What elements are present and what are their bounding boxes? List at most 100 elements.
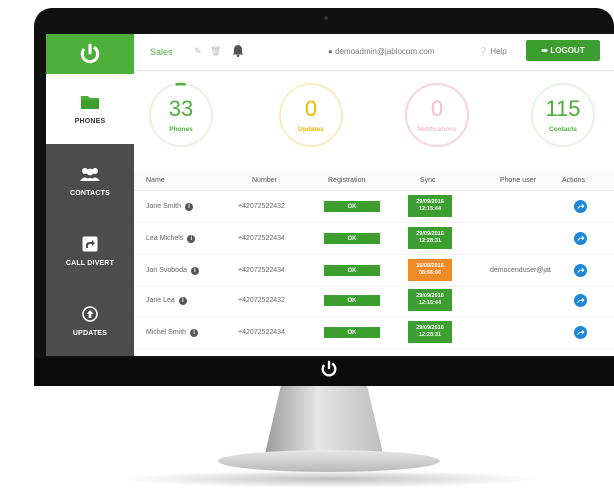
sync-time: 08:56:06 <box>418 270 442 276</box>
row-number: +42072522432 <box>238 297 285 304</box>
sync-badge: 29/09/2016 12:28:31 <box>408 227 452 249</box>
sidebar-item-label: PHONES <box>74 117 106 125</box>
monitor-frame: PHONES CONTACTS CALL DIVERT UPDATES Sale… <box>34 8 614 386</box>
user-icon: ● <box>328 47 336 56</box>
column-header-actions: Actions <box>562 177 585 184</box>
column-header-phone-user[interactable]: Phone user <box>500 177 536 184</box>
info-icon[interactable]: i <box>187 235 196 243</box>
registration-badge: OK <box>324 295 380 306</box>
help-link[interactable]: ❔ Help <box>478 47 507 56</box>
camera-dot <box>324 16 328 20</box>
row-name: Jane Smith <box>146 203 182 210</box>
stat-phones[interactable]: 33 Phones <box>148 82 214 148</box>
app-screen: PHONES CONTACTS CALL DIVERT UPDATES Sale… <box>46 34 614 356</box>
user-account[interactable]: ● demoadmin@jablocom.com <box>328 47 434 56</box>
top-bar: Sales ✎ 🗑 ● demoadmin@jablocom.com ❔ Hel… <box>134 34 614 71</box>
sidebar-item-label: CONTACTS <box>70 189 110 197</box>
row-name: Lea Michels <box>146 235 184 242</box>
table-row[interactable]: Michel Smith i +42072522434 OK 29/09/2016… <box>134 318 614 349</box>
info-icon[interactable]: i <box>178 297 187 305</box>
logout-button[interactable]: ➠ LOGOUT <box>526 40 600 61</box>
group-selector[interactable]: Sales <box>150 47 173 57</box>
monitor-stand-base <box>218 450 440 472</box>
registration-badge: OK <box>324 327 380 338</box>
logo-icon <box>80 43 100 64</box>
row-name: Michel Smith <box>146 329 187 336</box>
logout-label: LOGOUT <box>550 46 585 55</box>
divert-action-icon[interactable] <box>574 264 587 277</box>
folder-icon <box>81 95 99 109</box>
stat-updates[interactable]: 0 Updates <box>278 82 344 148</box>
row-name: Jan Svoboda <box>146 267 187 274</box>
chin-logo-icon <box>321 360 337 377</box>
column-header-sync[interactable]: Sync <box>420 177 436 184</box>
sync-date: 29/09/2016 <box>416 199 444 205</box>
stat-contacts[interactable]: 115 Contacts <box>530 82 596 148</box>
row-number: +42072522434 <box>238 329 285 336</box>
info-icon[interactable]: i <box>190 267 199 275</box>
sync-time: 12:15:44 <box>418 300 442 306</box>
table-header: Name Number Registration Sync Phone user… <box>134 172 614 191</box>
registration-badge: OK <box>324 233 380 244</box>
monitor-shadow <box>120 470 540 488</box>
row-number: +42072522434 <box>238 267 285 274</box>
sync-date: 16/09/2016 <box>416 263 444 269</box>
logout-icon: ➠ <box>541 46 551 55</box>
upload-icon <box>82 305 98 322</box>
monitor-stand-neck <box>264 386 384 458</box>
help-icon: ❔ <box>478 47 491 56</box>
row-phone-user: democenduser@jat <box>490 267 551 274</box>
stat-value: 0 <box>304 96 318 121</box>
sync-time: 12:28:31 <box>418 238 442 244</box>
divert-action-icon[interactable] <box>574 326 587 339</box>
divert-action-icon[interactable] <box>574 294 587 307</box>
column-header-number[interactable]: Number <box>252 177 277 184</box>
registration-badge: OK <box>324 265 380 276</box>
app-logo[interactable] <box>46 34 134 74</box>
people-icon <box>80 167 100 181</box>
stat-label: Notifications <box>417 126 457 133</box>
sidebar-item-phones[interactable]: PHONES <box>46 74 134 144</box>
stat-label: Phones <box>169 126 193 133</box>
table-row[interactable]: Jane Lea i +42072522432 OK 29/09/2016 12:1… <box>134 286 614 317</box>
sidebar-item-updates[interactable]: UPDATES <box>46 286 134 356</box>
sync-badge: 29/09/2016 12:28:31 <box>408 321 452 343</box>
pencil-icon[interactable]: ✎ <box>194 46 202 57</box>
user-email: demoadmin@jablocom.com <box>335 47 435 56</box>
row-number: +42072522434 <box>238 235 285 242</box>
table-row[interactable]: Jane Smith i +42072522432 OK 29/09/2016 12… <box>134 192 614 223</box>
stat-value: 33 <box>168 96 194 121</box>
bell-icon[interactable] <box>232 44 244 57</box>
sidebar-item-contacts[interactable]: CONTACTS <box>46 146 134 216</box>
sync-badge: 29/09/2016 12:15:44 <box>408 289 452 311</box>
sidebar-item-call-divert[interactable]: CALL DIVERT <box>46 216 134 286</box>
table-row[interactable]: Jan Svoboda i +42072522434 OK 16/09/2016 0… <box>134 256 614 287</box>
stat-value: 115 <box>545 96 581 121</box>
divert-icon <box>82 236 98 251</box>
row-number: +42072522432 <box>238 203 285 210</box>
registration-badge: OK <box>324 201 380 212</box>
stat-value: 0 <box>430 96 444 121</box>
info-icon[interactable]: i <box>185 203 194 211</box>
sync-date: 29/09/2016 <box>416 231 444 237</box>
sync-date: 29/09/2016 <box>416 325 444 331</box>
column-header-registration[interactable]: Registration <box>328 177 365 184</box>
trash-icon[interactable]: 🗑 <box>210 46 221 57</box>
stat-label: Updates <box>298 126 324 133</box>
stat-notifications[interactable]: 0 Notifications <box>404 82 470 148</box>
divert-action-icon[interactable] <box>574 200 587 213</box>
stat-label: Contacts <box>549 126 577 133</box>
column-header-name[interactable]: Name <box>146 177 165 184</box>
sync-badge: 29/09/2016 12:15:44 <box>408 195 452 217</box>
sync-badge: 16/09/2016 08:56:06 <box>408 259 452 281</box>
table-row[interactable]: Lea Michels i +42072522434 OK 29/09/2016 1… <box>134 224 614 255</box>
sync-time: 12:15:44 <box>418 206 442 212</box>
sync-time: 12:28:31 <box>418 332 442 338</box>
sync-date: 29/09/2016 <box>416 293 444 299</box>
row-name: Jane Lea <box>146 297 175 304</box>
divert-action-icon[interactable] <box>574 232 587 245</box>
help-label: Help <box>490 47 507 56</box>
sidebar-item-label: UPDATES <box>72 329 108 337</box>
sidebar-item-label: CALL DIVERT <box>65 259 115 267</box>
info-icon[interactable]: i <box>190 329 199 337</box>
